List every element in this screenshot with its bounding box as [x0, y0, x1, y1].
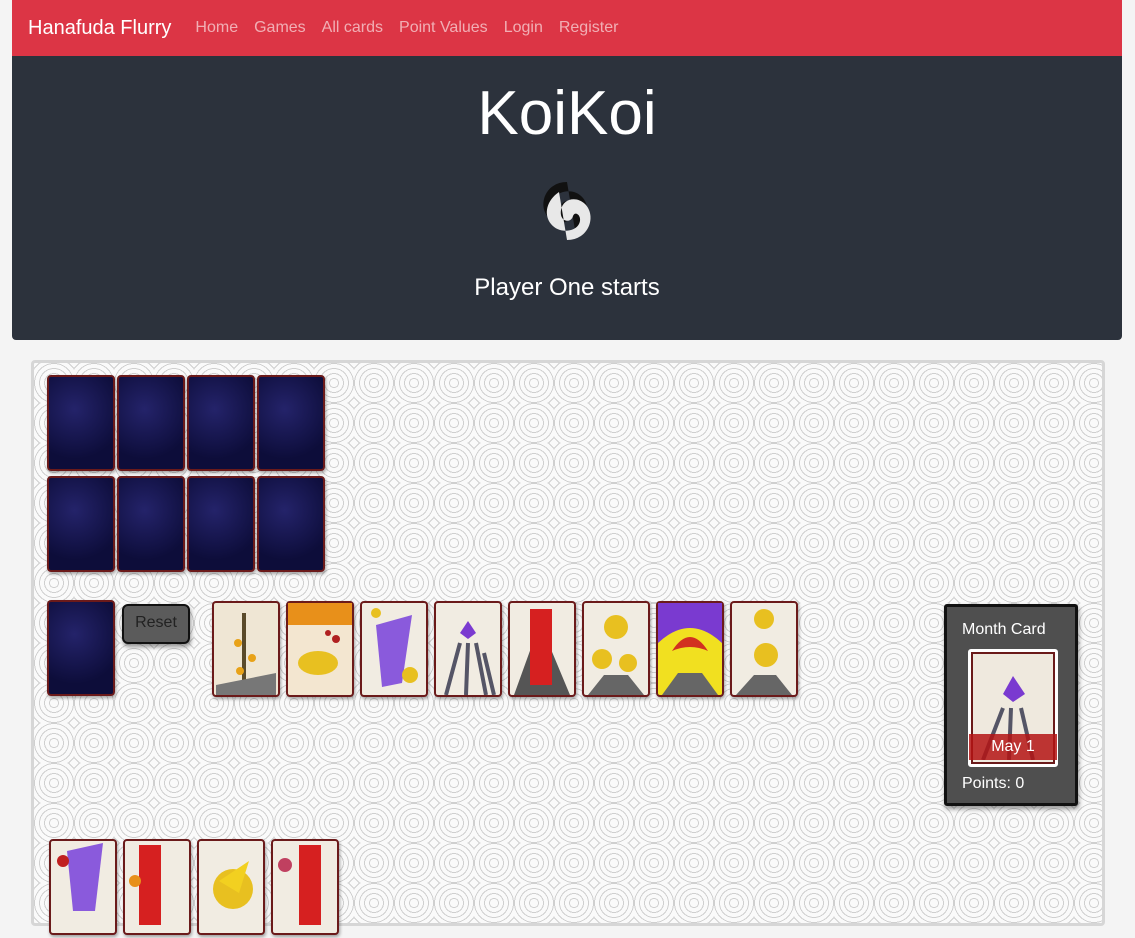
nav-games[interactable]: Games: [254, 19, 306, 37]
hero-banner: KoiKoi Player One starts: [12, 56, 1122, 340]
brand[interactable]: Hanafuda Flurry: [28, 17, 171, 40]
month-card-title: Month Card: [962, 621, 1046, 638]
field-card[interactable]: [286, 601, 354, 697]
nav-login[interactable]: Login: [504, 19, 543, 37]
card-back: [187, 476, 255, 572]
month-card: May 1: [968, 649, 1058, 767]
card-back: [47, 476, 115, 572]
field-card[interactable]: [656, 601, 724, 697]
nav-all-cards[interactable]: All cards: [322, 19, 383, 37]
card-back: [117, 476, 185, 572]
hand-card[interactable]: [197, 839, 265, 935]
nav-home[interactable]: Home: [195, 19, 238, 37]
month-card-label: May 1: [969, 734, 1057, 760]
navbar: Hanafuda Flurry Home Games All cards Poi…: [12, 0, 1122, 56]
game-status: Player One starts: [474, 274, 660, 301]
page-title: KoiKoi: [477, 79, 657, 148]
field-card[interactable]: [508, 601, 576, 697]
card-back: [47, 375, 115, 471]
nav-point-values[interactable]: Point Values: [399, 19, 488, 37]
field-card[interactable]: [212, 601, 280, 697]
hand-card[interactable]: [271, 839, 339, 935]
card-back: [117, 375, 185, 471]
card-back: [257, 375, 325, 471]
nav-register[interactable]: Register: [559, 19, 619, 37]
koi-logo-icon: [543, 182, 591, 240]
card-back: [257, 476, 325, 572]
field-card[interactable]: [360, 601, 428, 697]
points-display: Points: 0: [962, 775, 1025, 792]
field-card[interactable]: [582, 601, 650, 697]
hand-card[interactable]: [49, 839, 117, 935]
reset-button[interactable]: Reset: [122, 604, 190, 644]
draw-pile[interactable]: [47, 600, 115, 696]
field-card[interactable]: [434, 601, 502, 697]
month-card-panel: Month Card May 1 Points: 0: [944, 604, 1078, 806]
hand-card[interactable]: [123, 839, 191, 935]
field-card[interactable]: [730, 601, 798, 697]
card-back: [187, 375, 255, 471]
